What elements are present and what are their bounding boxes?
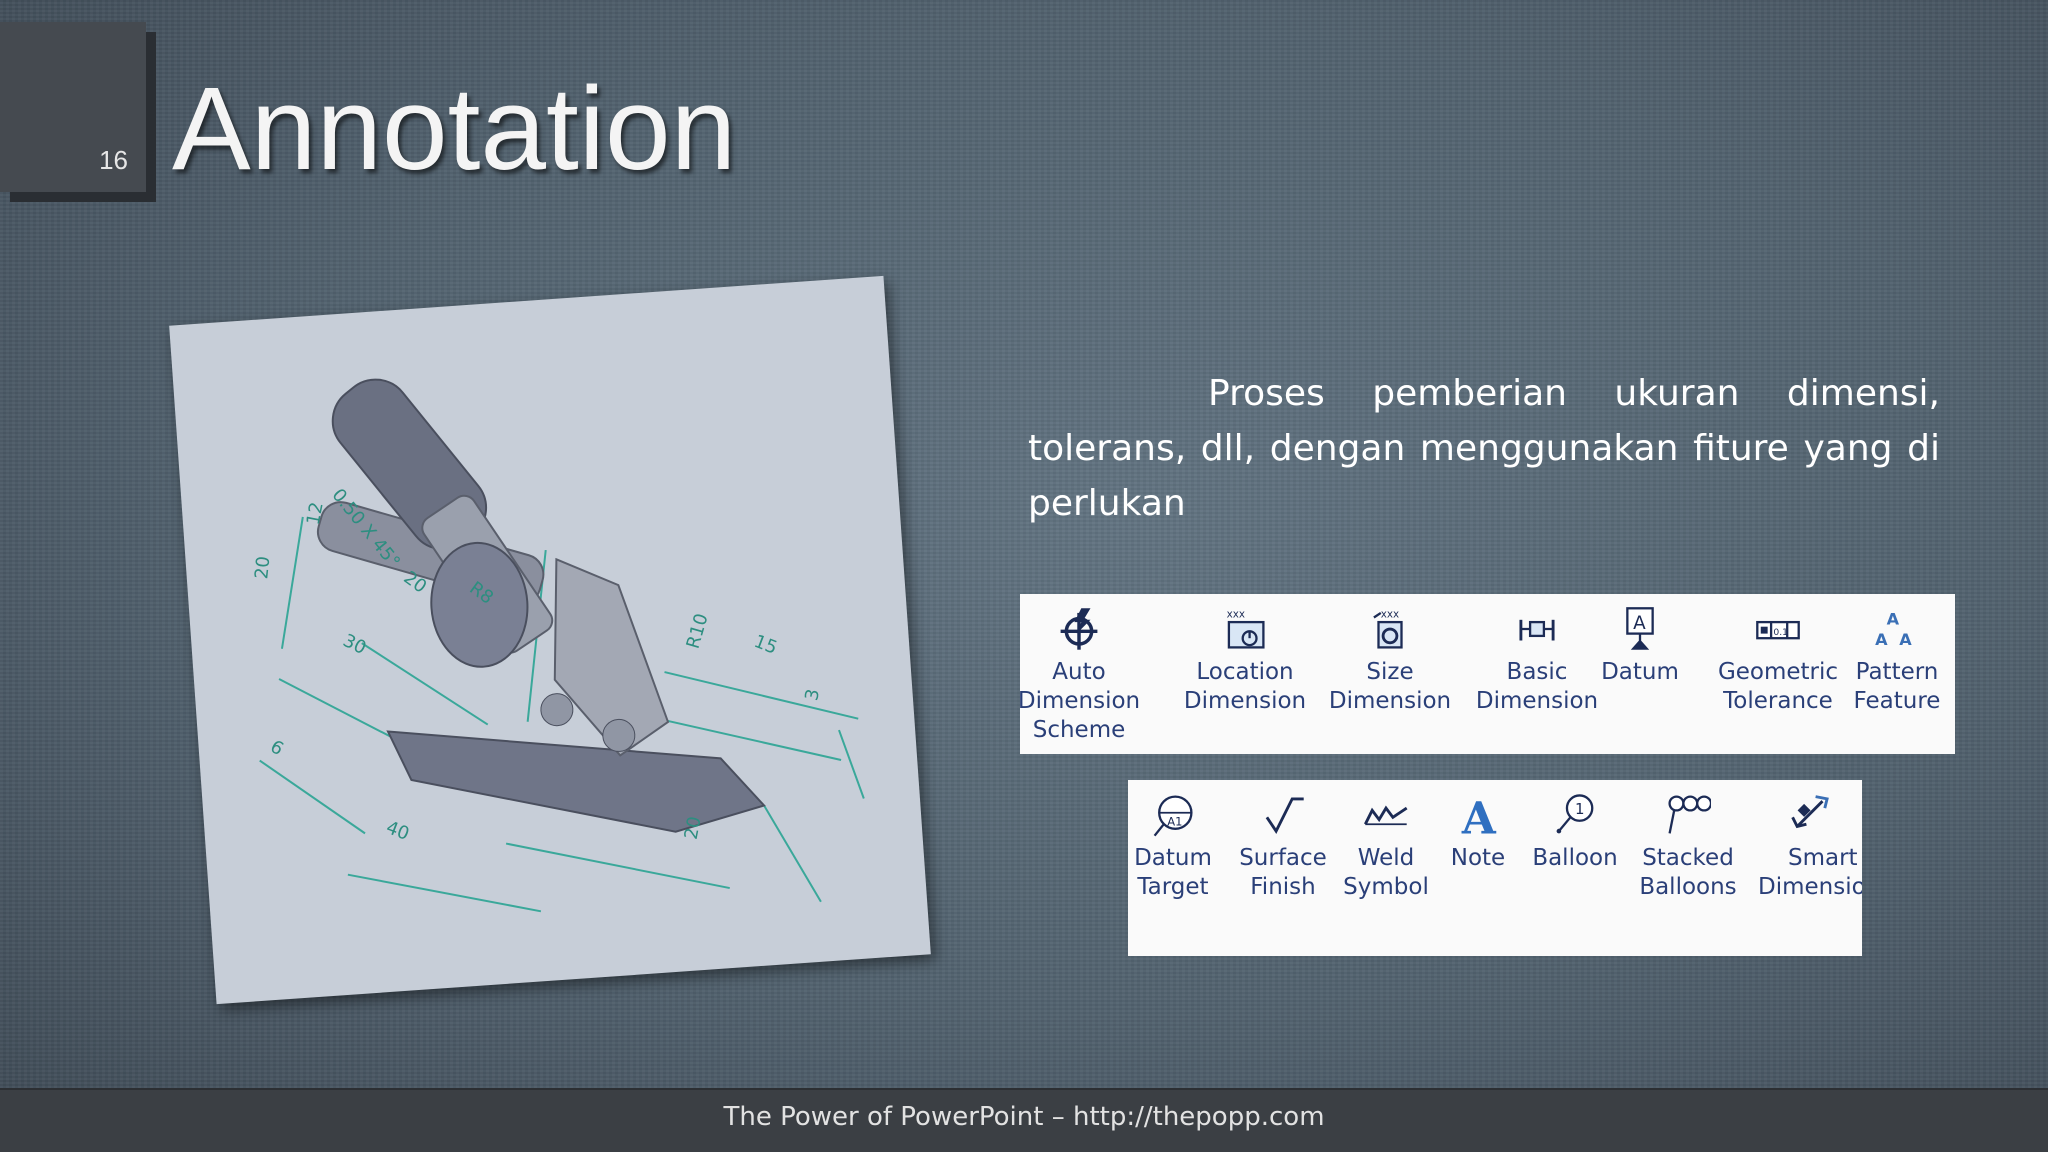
tool-label: Balloon [1532, 845, 1618, 871]
surface-finish-button[interactable]: Surface Finish [1233, 792, 1333, 902]
tool-label: Basic [1506, 659, 1568, 685]
tool-label: Target [1137, 874, 1209, 900]
dimension-label: R10 [683, 611, 713, 651]
slide-number: 16 [99, 145, 128, 175]
dimension-label: 15 [751, 631, 780, 659]
tool-label: Stacked [1642, 845, 1734, 871]
datum-icon: A [1626, 607, 1654, 650]
slide-number-box: 16 [0, 22, 146, 192]
note-icon: A [1461, 793, 1497, 838]
tool-label: Dimension [1328, 688, 1452, 714]
svg-text:A: A [1633, 613, 1646, 634]
tool-label: Finish [1250, 874, 1316, 900]
smart-dimension-icon [1791, 795, 1829, 829]
svg-text:A: A [1461, 793, 1497, 838]
tool-label: Symbol [1343, 874, 1429, 900]
weld-symbol-icon [1364, 805, 1408, 826]
size-dimension-icon: xxx [1373, 609, 1403, 649]
dimension-label: 6 [266, 736, 287, 760]
stacked-balloons-icon [1668, 795, 1711, 834]
svg-text:xxx: xxx [1227, 609, 1245, 621]
footer-text: The Power of PowerPoint – http://thepopp… [723, 1102, 1325, 1132]
tool-label: Geometric [1717, 659, 1839, 685]
tool-label: Note [1450, 845, 1506, 871]
tool-label: Dimension [1020, 688, 1141, 714]
datum-button[interactable]: A Datum [1590, 606, 1690, 687]
cad-drawing-image: 0.50 X 45° 12 20 20 30 6 40 20 3 15 R8 R… [169, 275, 931, 1005]
dimension-label: 12 [303, 500, 328, 526]
dimension-label: 20 [251, 555, 274, 580]
weld-symbol-button[interactable]: Weld Symbol [1336, 792, 1436, 902]
svg-text:1: 1 [1575, 800, 1585, 818]
auto-dimension-scheme-icon [1060, 608, 1098, 650]
tool-label: Tolerance [1723, 688, 1833, 714]
balloon-button[interactable]: 1 Balloon [1520, 792, 1630, 873]
svg-text:A: A [1887, 609, 1900, 628]
tool-label: Weld [1357, 845, 1415, 871]
tool-label: Surface [1239, 845, 1327, 871]
clamp-part [316, 378, 766, 833]
tool-label: Datum [1601, 659, 1679, 685]
datum-target-icon: A1 [1153, 795, 1193, 837]
pattern-feature-icon: A A A [1875, 609, 1912, 649]
svg-text:A: A [1899, 630, 1912, 649]
tool-label: Feature [1853, 688, 1941, 714]
tool-label: Dimension [1475, 688, 1599, 714]
dimension-label: 40 [383, 817, 412, 845]
tool-label: Dimensio [1758, 874, 1862, 900]
surface-finish-icon [1265, 797, 1304, 834]
size-dimension-button[interactable]: xxx Size Dimension [1305, 606, 1475, 716]
tool-label: Size [1366, 659, 1414, 685]
note-button[interactable]: A Note [1438, 792, 1518, 873]
stacked-balloons-button[interactable]: Stacked Balloons [1628, 792, 1748, 902]
tool-label: Datum [1134, 845, 1212, 871]
balloon-icon: 1 [1556, 794, 1594, 834]
body-text: Proses pemberian ukuran dimensi, toleran… [1028, 373, 1940, 524]
pattern-feature-button[interactable]: A A A Pattern Feature [1832, 606, 1955, 716]
svg-text:0.1: 0.1 [1773, 627, 1788, 638]
dimension-label: 30 [340, 630, 370, 659]
svg-text:A1: A1 [1167, 814, 1182, 828]
datum-target-button[interactable]: A1 Datum Target [1128, 792, 1218, 902]
tool-label: Dimension [1183, 688, 1307, 714]
tool-label: Auto [1052, 659, 1106, 685]
svg-text:A: A [1875, 630, 1888, 649]
slide-title: Annotation [172, 63, 737, 195]
tool-label: Smart [1788, 845, 1858, 871]
basic-dimension-icon [1519, 619, 1555, 641]
location-dimension-icon: xxx [1227, 609, 1265, 649]
tool-label: Pattern [1855, 659, 1939, 685]
slide-footer: The Power of PowerPoint – http://thepopp… [0, 1088, 2048, 1152]
dimension-label: 20 [681, 815, 706, 841]
svg-text:xxx: xxx [1381, 609, 1399, 621]
tool-label: Balloons [1639, 874, 1737, 900]
tool-label: Scheme [1032, 717, 1126, 743]
smart-dimension-button[interactable]: Smart Dimensio [1758, 792, 1862, 902]
toggle-clamp-drawing: 0.50 X 45° 12 20 20 30 6 40 20 3 15 R8 R… [251, 378, 865, 913]
auto-dimension-scheme-button[interactable]: Auto Dimension Scheme [1020, 606, 1141, 745]
annotation-toolbar-top: Auto Dimension Scheme xxx Location Dimen… [1020, 594, 1955, 754]
annotation-toolbar-bottom: A1 Datum Target Surface Finish Weld Symb… [1128, 780, 1862, 956]
geometric-tolerance-icon: 0.1 [1756, 620, 1800, 640]
dimension-label: 3 [801, 687, 824, 702]
tool-label: Location [1196, 659, 1294, 685]
